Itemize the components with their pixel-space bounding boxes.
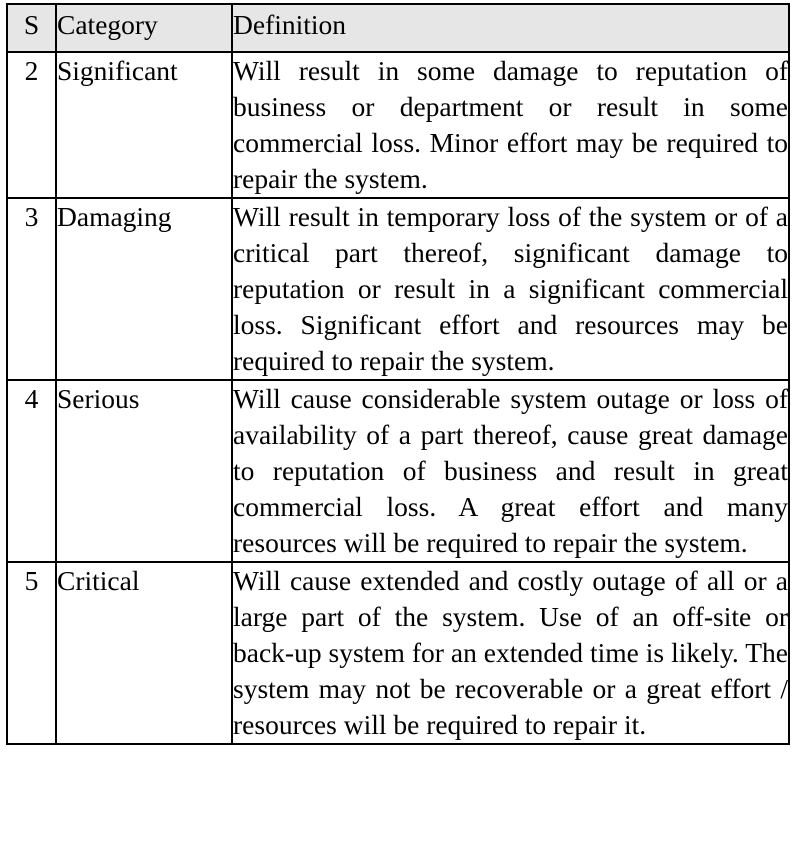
severity-category: Serious <box>55 379 233 563</box>
severity-number: 4 <box>6 379 57 563</box>
severity-definition: Will cause considerable system outage or… <box>231 379 790 563</box>
header-s: S <box>6 3 57 53</box>
severity-number: 5 <box>6 561 57 745</box>
table-row: 4 Serious Will cause considerable system… <box>6 379 790 563</box>
severity-definition: Will result in some damage to reputation… <box>231 51 790 199</box>
header-row: S Category Definition <box>6 3 790 53</box>
severity-category: Critical <box>55 561 233 745</box>
severity-definition: Will result in temporary loss of the sys… <box>231 197 790 381</box>
severity-number: 2 <box>6 51 57 199</box>
severity-definition: Will cause extended and costly outage of… <box>231 561 790 745</box>
severity-table: S Category Definition 2 Significant Will… <box>6 3 790 745</box>
severity-category: Significant <box>55 51 233 199</box>
table-header: S Category Definition <box>6 3 790 53</box>
table-row: 5 Critical Will cause extended and costl… <box>6 561 790 745</box>
table-row: 2 Significant Will result in some damage… <box>6 51 790 199</box>
table-body: 2 Significant Will result in some damage… <box>6 51 790 745</box>
severity-category: Damaging <box>55 197 233 381</box>
header-category: Category <box>55 3 233 53</box>
severity-number: 3 <box>6 197 57 381</box>
table-row: 3 Damaging Will result in temporary loss… <box>6 197 790 381</box>
header-definition: Definition <box>231 3 790 53</box>
